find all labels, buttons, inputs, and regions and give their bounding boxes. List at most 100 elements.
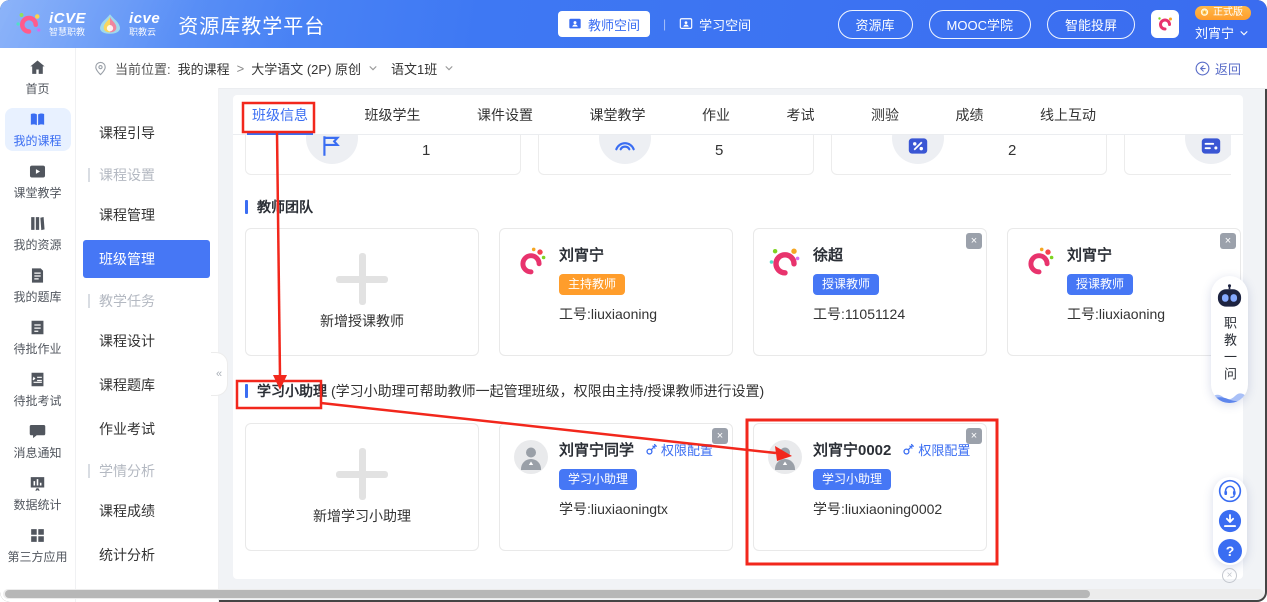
teacher-id: 工号:liuxiaoning bbox=[559, 304, 657, 324]
header-actions: 资源库 MOOC学院 智能投屏 正式版 刘宵宁 bbox=[838, 0, 1251, 48]
breadcrumb-class-select[interactable]: 语文1班 bbox=[391, 59, 437, 78]
sidebar-item-notifications[interactable]: 消息通知 bbox=[5, 420, 71, 463]
sidebar-item-label: 待批考试 bbox=[13, 392, 61, 409]
breadcrumb-my-courses[interactable]: 我的课程 bbox=[178, 59, 230, 78]
tab-homework[interactable]: 作业 bbox=[702, 95, 730, 135]
breadcrumb-label: 当前位置: bbox=[115, 59, 171, 78]
shell-icon bbox=[96, 10, 124, 38]
sidebar-item-label: 消息通知 bbox=[13, 444, 61, 461]
menu-item-class-management[interactable]: 班级管理 bbox=[83, 240, 210, 278]
assistant-name: 刘宵宁同学 bbox=[559, 439, 634, 460]
card-stat-icon bbox=[1185, 135, 1231, 164]
teacher-space-icon bbox=[568, 17, 582, 31]
sidebar-item-home[interactable]: 首页 bbox=[5, 56, 71, 99]
student-space-button[interactable]: 学习空间 bbox=[679, 15, 751, 34]
permission-config-link[interactable]: 权限配置 bbox=[902, 440, 970, 459]
signal-stat-icon bbox=[599, 135, 651, 164]
chevron-down-icon[interactable] bbox=[444, 63, 454, 73]
resource-library-button[interactable]: 资源库 bbox=[838, 10, 913, 39]
location-pin-icon bbox=[93, 61, 108, 76]
sidebar-item-data-statistics[interactable]: 数据统计 bbox=[5, 472, 71, 515]
menu-item-course-question-bank[interactable]: 课程题库 bbox=[83, 366, 210, 404]
mooc-academy-button[interactable]: MOOC学院 bbox=[929, 10, 1031, 39]
version-label: 正式版 bbox=[1213, 7, 1243, 18]
back-button[interactable]: 返回 bbox=[1195, 48, 1241, 88]
stat-card[interactable] bbox=[1124, 135, 1231, 175]
menu-item-homework-exam[interactable]: 作业考试 bbox=[83, 410, 210, 448]
menu-item-course-design[interactable]: 课程设计 bbox=[83, 322, 210, 360]
course-menu: 课程引导 课程设置 课程管理 班级管理 教学任务 课程设计 课程题库 作业考试 … bbox=[75, 88, 219, 602]
menu-item-course-guide[interactable]: 课程引导 bbox=[83, 114, 210, 152]
tab-classroom-teaching[interactable]: 课堂教学 bbox=[590, 95, 646, 135]
add-assistant-label: 新增学习小助理 bbox=[313, 506, 411, 526]
tab-courseware-settings[interactable]: 课件设置 bbox=[477, 95, 533, 135]
stat-card[interactable]: 2 bbox=[831, 135, 1107, 175]
floating-action-stack: ? bbox=[1213, 477, 1247, 565]
permission-config-link[interactable]: 权限配置 bbox=[645, 440, 713, 459]
tab-grades[interactable]: 成绩 bbox=[956, 95, 984, 135]
menu-item-statistical-analysis[interactable]: 统计分析 bbox=[83, 536, 210, 574]
breadcrumb-course-select[interactable]: 大学语文 (2P) 原创 bbox=[251, 59, 361, 78]
add-teacher-card[interactable]: 新增授课教师 bbox=[245, 228, 479, 356]
teacher-cards-row: 新增授课教师 刘宵宁 主持教师 工号:liuxiaoning × bbox=[245, 228, 1241, 356]
add-assistant-card[interactable]: 新增学习小助理 bbox=[245, 423, 479, 551]
help-icon[interactable]: ? bbox=[1218, 539, 1242, 563]
menu-item-course-management[interactable]: 课程管理 bbox=[83, 196, 210, 234]
user-name: 刘宵宁 bbox=[1195, 23, 1234, 42]
sidebar-item-my-courses[interactable]: 我的课程 bbox=[5, 108, 71, 151]
teacher-card: × 徐超 授课教师 工号:11051124 bbox=[753, 228, 987, 356]
avatar[interactable] bbox=[1151, 10, 1179, 38]
logo-subtitle: 职教云 bbox=[129, 28, 160, 37]
class-info-panel: 班级信息 班级学生 课件设置 课堂教学 作业 考试 测验 成绩 线上互动 1 5 bbox=[233, 95, 1243, 579]
sidebar-item-classroom-teaching[interactable]: 课堂教学 bbox=[5, 160, 71, 203]
teacher-space-button[interactable]: 教师空间 bbox=[558, 11, 650, 37]
assistant-cards-row: 新增学习小助理 × 刘宵宁同学 权限配置 bbox=[245, 423, 987, 551]
remove-assistant-button[interactable]: × bbox=[712, 428, 728, 444]
sidebar-item-my-question-bank[interactable]: 我的题库 bbox=[5, 264, 71, 307]
assistant-card: × 刘宵宁同学 权限配置 学习小助理 bbox=[499, 423, 733, 551]
menu-collapse-handle[interactable]: « bbox=[211, 352, 228, 396]
horizontal-scrollbar bbox=[3, 589, 1264, 599]
exam-sheet-icon bbox=[28, 370, 47, 389]
smart-cast-button[interactable]: 智能投屏 bbox=[1047, 10, 1135, 39]
logo-title: icve bbox=[129, 11, 160, 26]
zhijiao-assistant-widget[interactable]: 职教一问 bbox=[1211, 276, 1248, 403]
menu-item-course-grades[interactable]: 课程成绩 bbox=[83, 492, 210, 530]
space-switcher: 教师空间 | 学习空间 bbox=[558, 0, 751, 48]
teacher-name: 刘宵宁 bbox=[559, 244, 604, 265]
tab-exam[interactable]: 考试 bbox=[787, 95, 815, 135]
sidebar-item-homework-to-grade[interactable]: 待批作业 bbox=[5, 316, 71, 359]
wave-decoration-icon bbox=[1211, 389, 1248, 403]
assistant-name: 刘宵宁0002 bbox=[813, 439, 891, 460]
customer-service-icon[interactable] bbox=[1218, 479, 1242, 503]
remove-teacher-button[interactable]: × bbox=[966, 233, 982, 249]
remove-assistant-button[interactable]: × bbox=[966, 428, 982, 444]
sidebar-item-my-resources[interactable]: 我的资源 bbox=[5, 212, 71, 255]
chevron-down-icon[interactable] bbox=[368, 63, 378, 73]
user-menu[interactable]: 正式版 刘宵宁 bbox=[1195, 6, 1251, 42]
back-arrow-icon bbox=[1195, 61, 1210, 76]
tab-online-interaction[interactable]: 线上互动 bbox=[1040, 95, 1096, 135]
tab-quiz[interactable]: 测验 bbox=[871, 95, 899, 135]
stat-card[interactable]: 1 bbox=[245, 135, 521, 175]
student-avatar bbox=[513, 439, 549, 475]
courses-book-icon bbox=[28, 110, 47, 129]
tab-class-students[interactable]: 班级学生 bbox=[365, 95, 421, 135]
stats-board-icon bbox=[28, 474, 47, 493]
horizontal-scrollbar-thumb[interactable] bbox=[5, 590, 1090, 598]
assistant-id: 学号:liuxiaoningtx bbox=[559, 499, 668, 519]
remove-teacher-button[interactable]: × bbox=[1220, 233, 1236, 249]
teacher-name: 刘宵宁 bbox=[1067, 244, 1112, 265]
stat-card[interactable]: 5 bbox=[538, 135, 814, 175]
logo-title: iCVE bbox=[49, 11, 86, 26]
tab-class-info[interactable]: 班级信息 bbox=[252, 95, 308, 135]
sidebar-item-exams-to-grade[interactable]: 待批考试 bbox=[5, 368, 71, 411]
app-window: iCVE 智慧职教 icve 职教云 资源库教学平台 教师空间 bbox=[0, 0, 1267, 602]
icve-zhijiaoyun-logo: icve 职教云 bbox=[96, 10, 160, 38]
collapse-widgets-icon[interactable]: × bbox=[1222, 568, 1237, 583]
sidebar-item-third-party-apps[interactable]: 第三方应用 bbox=[5, 524, 71, 567]
medal-icon bbox=[1199, 7, 1210, 18]
sidebar-item-label: 课堂教学 bbox=[13, 184, 61, 201]
classroom-play-icon bbox=[28, 162, 47, 181]
download-icon[interactable] bbox=[1218, 509, 1242, 533]
